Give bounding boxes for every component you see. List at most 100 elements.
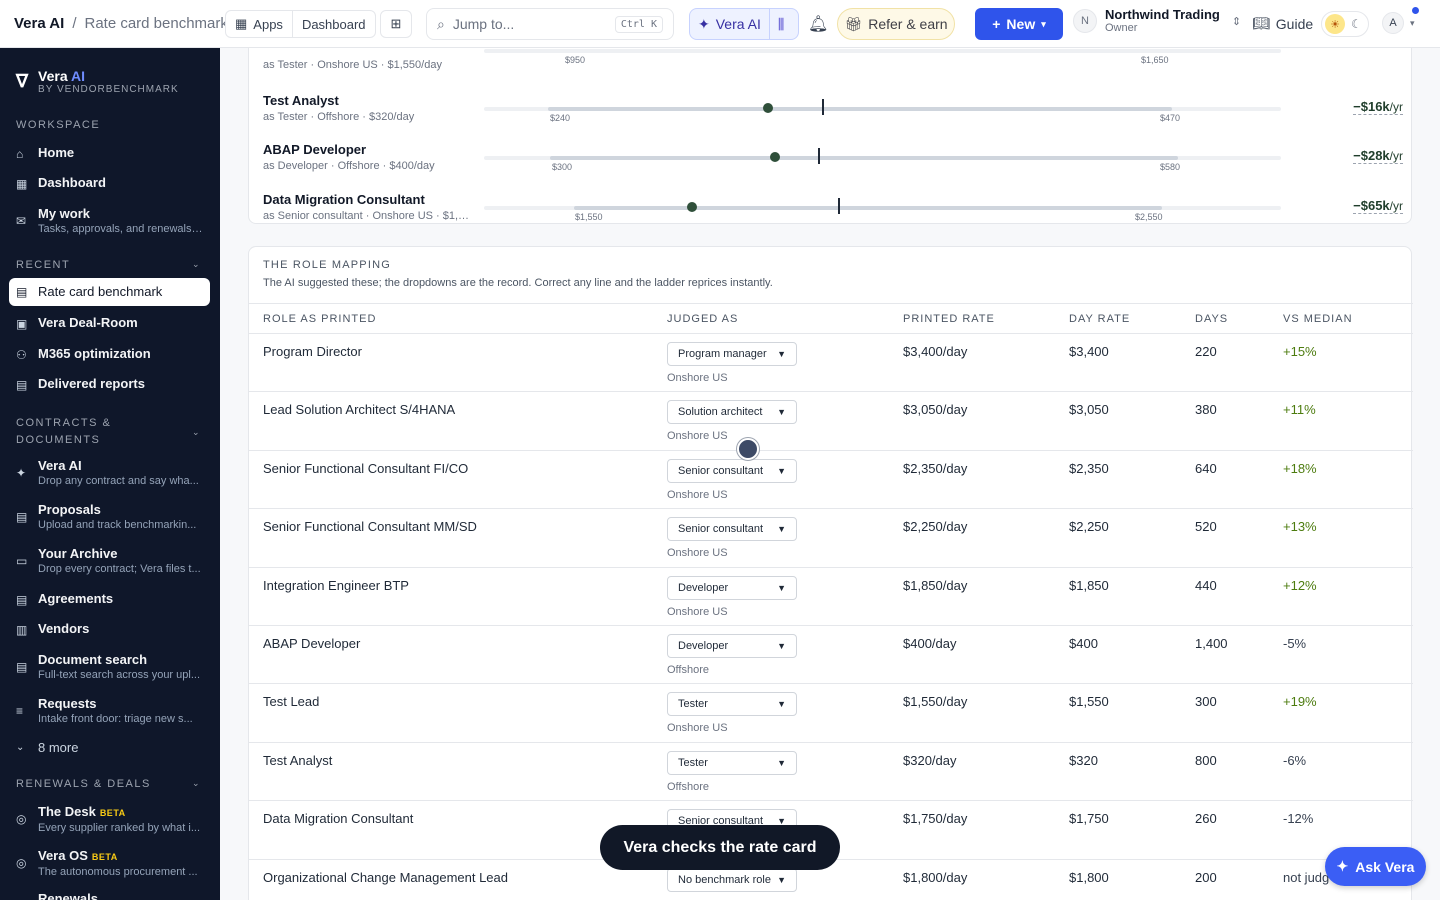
sidebar-item-proposals[interactable]: ▤ Proposals Upload and track benchmarkin..… (16, 502, 206, 532)
dashboard-icon: ▦ (16, 177, 28, 191)
top-bar: Vera AI / Rate card benchmark ▦ Apps Dash… (0, 0, 1440, 48)
sidebar-item-agreements[interactable]: ▤ Agreements (16, 591, 206, 607)
refer-label: Refer & earn (868, 16, 948, 32)
sidebar-item-dashboard[interactable]: ▦ Dashboard (16, 175, 206, 191)
refer-earn-button[interactable]: 🎁︎ Refer & earn (837, 8, 955, 40)
theme-toggle[interactable]: ☀ ☾ (1321, 11, 1369, 37)
role-cell: ABAP Developer (263, 636, 361, 651)
voice-icon[interactable]: ⫼ (768, 9, 792, 39)
day-rate-cell: $1,850 (1069, 578, 1109, 593)
days-cell: 440 (1195, 578, 1217, 593)
sidebar-item-label: Vera AI (38, 458, 82, 473)
search-shortcut: Ctrl K (614, 15, 663, 33)
judged-as-select[interactable]: Senior consultant ▼ (667, 459, 797, 483)
globe-icon: ◎ (16, 856, 27, 870)
savings-value[interactable]: −$65k/yr (1353, 198, 1403, 214)
brand[interactable]: ∇ Vera AI BY VENDORBENCHMARK (16, 68, 179, 95)
sidebar-item-delivered-reports[interactable]: ▤ Delivered reports (16, 376, 206, 392)
sidebar-item-vendors[interactable]: ▥ Vendors (16, 621, 206, 637)
days-cell: 300 (1195, 694, 1217, 709)
sun-icon[interactable]: ☀ (1325, 14, 1345, 34)
chevron-down-icon: ▼ (777, 758, 786, 768)
sidebar-item-vera-os[interactable]: ◎ Vera OS BETA The autonomous procurement .… (16, 848, 206, 879)
section-recent[interactable]: RECENT ⌄ (16, 259, 206, 271)
sidebar-item-m365[interactable]: ⚇ M365 optimization (16, 346, 206, 362)
ask-vera-button[interactable]: ✦ Ask Vera (1325, 847, 1426, 886)
section-contracts[interactable]: CONTRACTS & DOCUMENTS ⌄ (16, 415, 206, 449)
rate-range-band (574, 206, 1162, 210)
judged-as-select[interactable]: Program manager ▼ (667, 342, 797, 366)
bell-icon[interactable]: 🔔︎ (808, 14, 828, 34)
guide-button[interactable]: 📖︎ Guide (1252, 15, 1313, 32)
sidebar-item-archive[interactable]: ▭ Your Archive Drop every contract; Vera f… (16, 546, 206, 576)
sidebar-item-rate-card[interactable]: ▤ Rate card benchmark (9, 278, 210, 306)
sidebar-item-requests[interactable]: ≡ Requests Intake front door: triage new s… (16, 696, 206, 726)
rate-range-track: $1,550 $2,550 (484, 198, 1281, 222)
judged-as-select[interactable]: Developer ▼ (667, 576, 797, 600)
sidebar-item-my-work[interactable]: ✉ My work Tasks, approvals, and renewals .… (16, 206, 206, 236)
sidebar-item-home[interactable]: ⌂ Home (16, 145, 206, 161)
sidebar-item-label: Requests (38, 696, 97, 711)
judged-as-select[interactable]: Developer ▼ (667, 634, 797, 658)
sidebar-item-renewals[interactable]: Renewals (16, 891, 206, 900)
ladder-row[interactable]: ABAP Developer as Developer · Offshore ·… (263, 142, 1403, 182)
table-row: Lead Solution Architect S/4HANA $3,050/da… (249, 391, 1413, 449)
sidebar-item-the-desk[interactable]: ◎ The Desk BETA Every supplier ranked by wh… (16, 804, 206, 835)
new-label: New (1006, 16, 1036, 32)
tick-low: $240 (550, 113, 571, 123)
vs-median-cell: +15% (1283, 344, 1317, 359)
breadcrumb: Vera AI / Rate card benchmark (14, 15, 228, 32)
judged-as-select[interactable]: No benchmark role ▼ (667, 868, 797, 892)
judged-as-select[interactable]: Solution architect ▼ (667, 400, 797, 424)
tick-low: $300 (552, 162, 573, 172)
location-label: Onshore US (667, 606, 728, 618)
chevron-down-icon: ▾ (1410, 17, 1415, 28)
report-icon: ▤ (16, 378, 28, 392)
ladder-row-desc: as Tester · Offshore · $320/day (263, 111, 415, 123)
breadcrumb-app[interactable]: Vera AI (14, 15, 64, 32)
account-menu[interactable]: A ▾ (1382, 7, 1419, 34)
sidebar-item-label: Renewals (38, 891, 98, 900)
dashboard-button[interactable]: Dashboard (291, 11, 375, 37)
apps-grid-button[interactable]: ⊞ (380, 10, 412, 38)
search-placeholder: Jump to... (452, 16, 515, 32)
ladder-row-name: Test Analyst (263, 93, 339, 108)
judged-as-select[interactable]: Tester ▼ (667, 751, 797, 775)
vera-ai-button[interactable]: ✦ Vera AI ⫼ (689, 8, 799, 40)
beta-badge: BETA (99, 808, 126, 818)
judged-as-select[interactable]: Tester ▼ (667, 692, 797, 716)
judged-as-select[interactable]: Senior consultant ▼ (667, 517, 797, 541)
chevron-down-icon: ▼ (777, 466, 786, 476)
ladder-row-partial: as Tester · Onshore US · $1,550/day $950… (263, 49, 1403, 91)
apps-button[interactable]: ▦ Apps (226, 11, 292, 37)
section-renewals[interactable]: RENEWALS & DEALS ⌄ (16, 778, 206, 790)
ladder-row-desc: as Senior consultant · Onshore US · $1,7… (263, 210, 473, 222)
savings-value[interactable]: −$16k/yr (1353, 99, 1403, 115)
sidebar-item-label: My work (38, 206, 91, 221)
section-renewals-label: RENEWALS & DEALS (16, 778, 151, 790)
search-input[interactable]: ⌕ Jump to... Ctrl K (426, 8, 674, 40)
chevron-down-icon: ▼ (777, 641, 786, 651)
day-rate-cell: $1,550 (1069, 694, 1109, 709)
role-cell: Data Migration Consultant (263, 811, 414, 826)
chevron-down-icon: ▼ (777, 875, 786, 885)
days-cell: 800 (1195, 753, 1217, 768)
vs-median-cell: +13% (1283, 519, 1317, 534)
sidebar-item-vera-ai[interactable]: ✦ Vera AI Drop any contract and say wha... (16, 458, 206, 488)
sidebar-item-deal-room[interactable]: ▣ Vera Deal-Room (16, 315, 206, 331)
ladder-row[interactable]: Data Migration Consultant as Senior cons… (263, 192, 1403, 232)
vs-median-cell: not judg (1283, 870, 1330, 885)
moon-icon[interactable]: ☾ (1351, 17, 1362, 31)
sidebar-more[interactable]: ⌄ 8 more (16, 740, 206, 756)
ladder-row-name: ABAP Developer (263, 142, 367, 157)
tick-low: $1,550 (575, 212, 603, 222)
sidebar-item-document-search[interactable]: ▤ Document search Full-text search across … (16, 652, 206, 682)
vs-median-cell: +18% (1283, 461, 1317, 476)
inbox-icon: ✉ (16, 214, 27, 228)
savings-value[interactable]: −$28k/yr (1353, 148, 1403, 164)
chevron-down-icon: ⌄ (192, 427, 202, 437)
new-button[interactable]: + New ▾ (975, 8, 1063, 40)
org-switcher[interactable]: N Northwind Trading Owner ⇕ (1073, 7, 1241, 35)
ladder-row[interactable]: Test Analyst as Tester · Offshore · $320… (263, 93, 1403, 133)
sidebar-item-label: Your Archive (38, 546, 118, 561)
